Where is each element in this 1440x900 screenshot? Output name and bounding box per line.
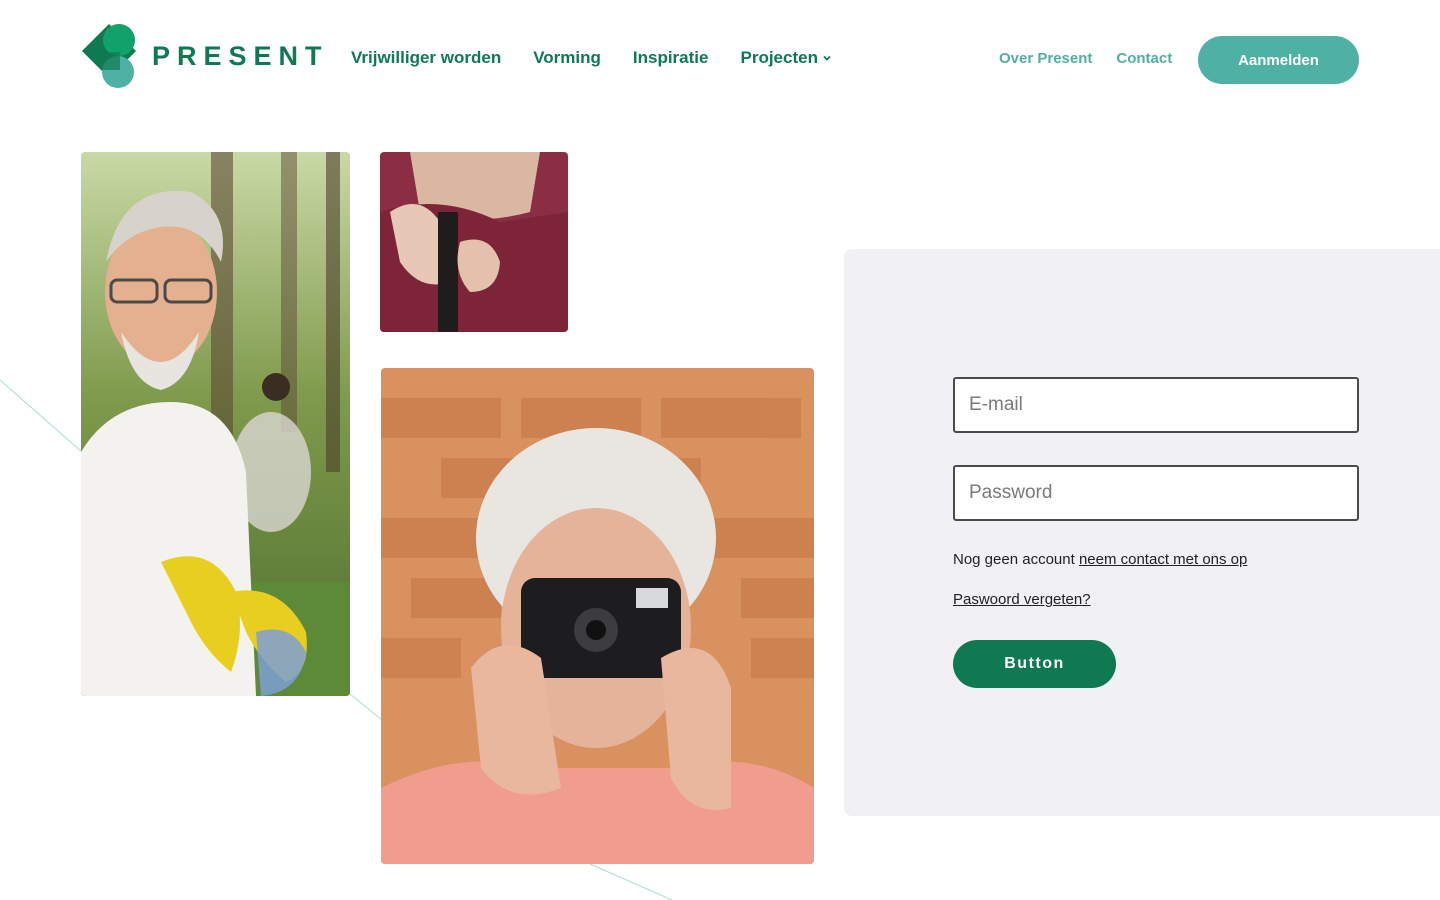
no-account-label: Nog geen account — [953, 551, 1075, 568]
nav-item-vorming[interactable]: Vorming — [533, 48, 601, 68]
nav-item-contact[interactable]: Contact — [1116, 50, 1172, 67]
nav-item-inspiratie[interactable]: Inspiratie — [633, 48, 709, 68]
woman-with-camera-photo — [381, 368, 814, 864]
login-panel — [844, 249, 1440, 816]
password-field[interactable] — [953, 465, 1359, 521]
main-nav: Vrijwilliger worden Vorming Inspiratie P… — [351, 48, 832, 68]
no-account-text: Nog geen account neem contact met ons op — [953, 551, 1247, 568]
chevron-down-icon — [823, 55, 831, 61]
submit-button[interactable]: Button — [953, 640, 1116, 688]
nav-item-label: Vorming — [533, 48, 601, 67]
nav-item-label: Inspiratie — [632, 48, 709, 67]
present-logo-icon — [82, 24, 136, 88]
nav-item-projecten[interactable]: Projecten — [740, 48, 831, 68]
nav-item-label: Vrijwilliger worden — [351, 48, 502, 67]
nav-item-over-present[interactable]: Over Present — [999, 50, 1092, 67]
nav-item-vrijwilliger-worden[interactable]: Vrijwilliger worden — [351, 48, 501, 68]
email-field[interactable] — [953, 377, 1359, 433]
logo-link[interactable]: PRESENT — [80, 22, 329, 90]
elderly-hands-cane-photo — [380, 152, 568, 332]
forgot-password-link[interactable]: Paswoord vergeten? — [953, 591, 1091, 608]
nav-item-label: Projecten — [740, 48, 818, 67]
brand-name: PRESENT — [152, 40, 329, 71]
aanmelden-button[interactable]: Aanmelden — [1198, 36, 1359, 84]
volunteer-photo — [81, 152, 350, 696]
secondary-nav: Over Present Contact — [999, 50, 1172, 67]
contact-us-link[interactable]: neem contact met ons op — [1079, 551, 1247, 568]
page: PRESENT Vrijwilliger worden Vorming Insp… — [0, 0, 1440, 900]
